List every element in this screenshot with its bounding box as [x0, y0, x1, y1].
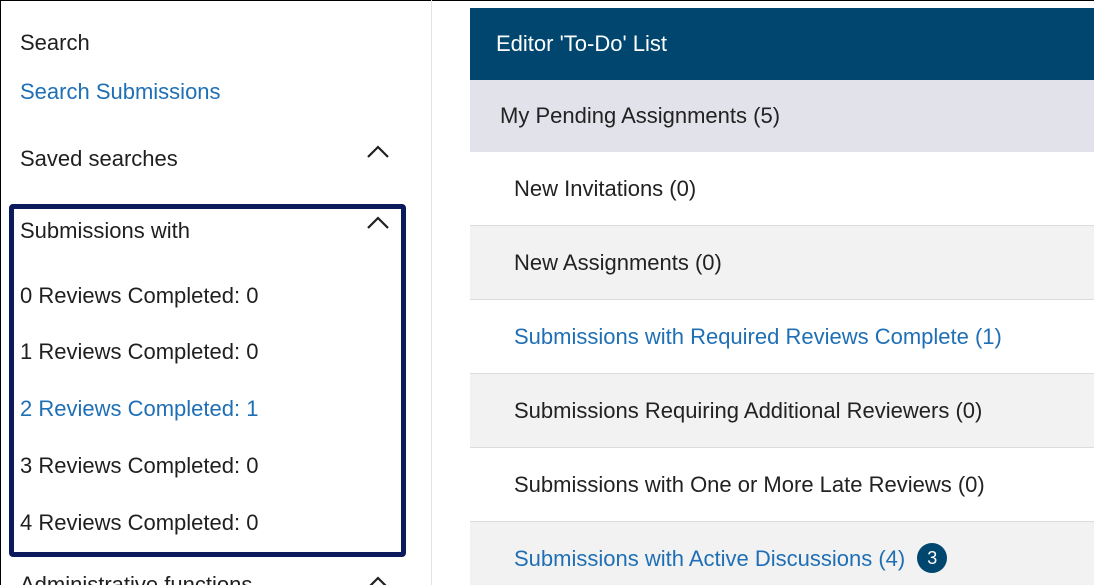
administrative-functions-chevron-up-icon[interactable] [366, 574, 390, 585]
search-submissions-link[interactable]: Search Submissions [20, 79, 221, 105]
search-heading: Search [20, 30, 90, 55]
discussion-count-badge: 3 [917, 543, 948, 574]
active-discussions-row[interactable]: Submissions with Active Discussions (4) 3 [470, 522, 1094, 585]
saved-searches-label: Saved searches [20, 146, 178, 171]
active-discussions-label[interactable]: Submissions with Active Discussions (4) [514, 546, 905, 571]
new-invitations-row[interactable]: New Invitations (0) [470, 152, 1094, 226]
late-reviews-row[interactable]: Submissions with One or More Late Review… [470, 448, 1094, 522]
new-assignments-row[interactable]: New Assignments (0) [470, 226, 1094, 300]
requiring-additional-reviewers-row[interactable]: Submissions Requiring Additional Reviewe… [470, 374, 1094, 448]
administrative-functions-label: Administrative functions [20, 572, 253, 585]
saved-searches-chevron-up-icon[interactable] [366, 143, 390, 159]
editor-todo-panel: Editor 'To-Do' List My Pending Assignmen… [470, 8, 1094, 585]
todo-header: Editor 'To-Do' List [470, 8, 1094, 80]
sidebar: Search Search Submissions Saved searches… [0, 0, 432, 585]
pending-assignments-row[interactable]: My Pending Assignments (5) [470, 80, 1094, 152]
highlight-box [9, 204, 406, 557]
required-reviews-complete-row[interactable]: Submissions with Required Reviews Comple… [470, 300, 1094, 374]
